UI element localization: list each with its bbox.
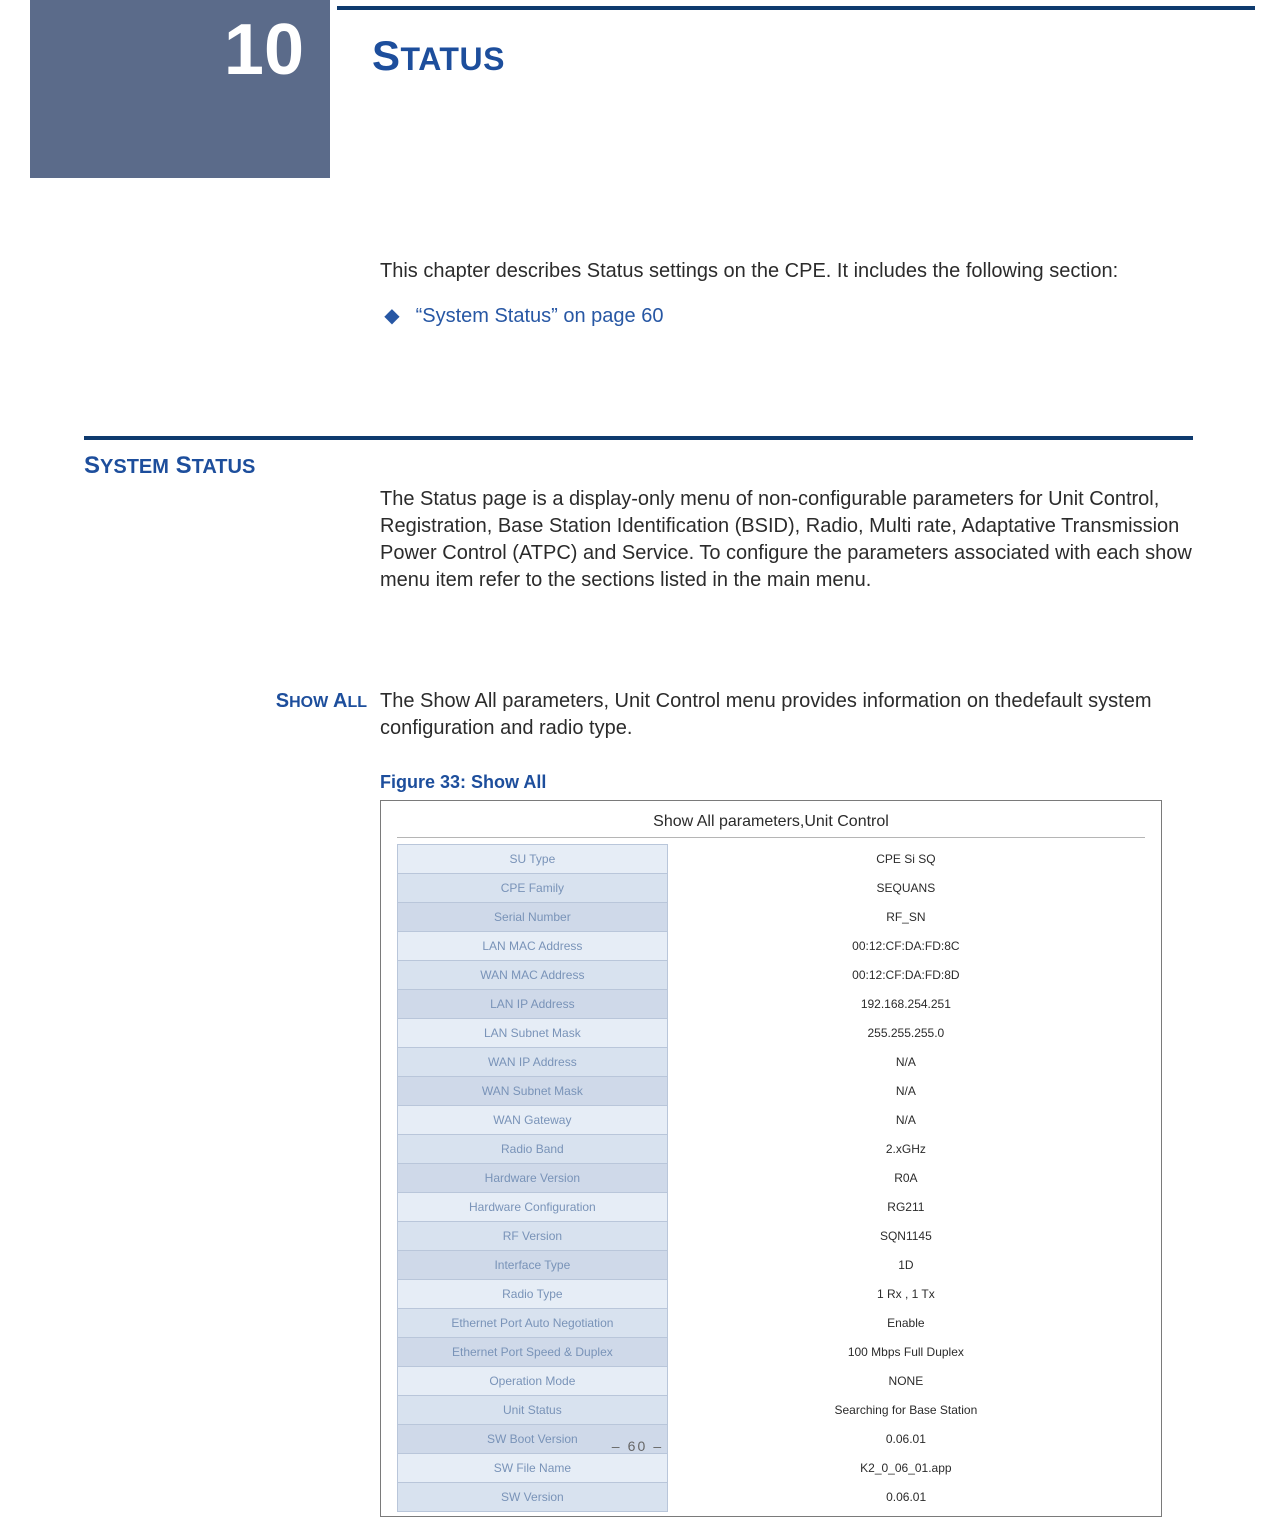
param-label: Radio Type [398,1280,668,1309]
chapter-title-rest: TATUS [401,41,505,77]
sub-cap1: S [276,690,289,712]
param-label: LAN MAC Address [398,932,668,961]
show-all-paragraph: The Show All parameters, Unit Control me… [380,688,1193,742]
sub-cap2: A [333,690,347,712]
param-label: Hardware Version [398,1164,668,1193]
table-row: Hardware VersionR0A [398,1164,1145,1193]
param-value: 2.xGHz [667,1135,1144,1164]
param-label: WAN IP Address [398,1048,668,1077]
param-label: SW Version [398,1483,668,1512]
param-label: Unit Status [398,1396,668,1425]
table-row: Interface Type1D [398,1251,1145,1280]
figure-screenshot-frame: Show All parameters,Unit Control SU Type… [380,800,1162,1517]
intro-paragraph-block: This chapter describes Status settings o… [380,258,1193,330]
param-value: SEQUANS [667,874,1144,903]
param-value: NONE [667,1367,1144,1396]
param-value: RG211 [667,1193,1144,1222]
param-value: RF_SN [667,903,1144,932]
param-label: Hardware Configuration [398,1193,668,1222]
table-row: SU TypeCPE Si SQ [398,845,1145,874]
table-row: Radio Type1 Rx , 1 Tx [398,1280,1145,1309]
param-value: N/A [667,1077,1144,1106]
param-value: 00:12:CF:DA:FD:8C [667,932,1144,961]
param-value: Enable [667,1309,1144,1338]
sub-rest1: HOW [289,694,328,711]
param-value: SQN1145 [667,1222,1144,1251]
section-heading-system-status: SYSTEM STATUS [84,452,255,480]
table-row: SW File NameK2_0_06_01.app [398,1454,1145,1483]
chapter-title-cap: S [372,32,401,79]
param-label: Operation Mode [398,1367,668,1396]
chapter-number: 10 [224,14,304,86]
param-label: Interface Type [398,1251,668,1280]
param-value: R0A [667,1164,1144,1193]
sub-rest2: LL [347,694,367,711]
param-label: SU Type [398,845,668,874]
table-row: RF VersionSQN1145 [398,1222,1145,1251]
param-label: RF Version [398,1222,668,1251]
panel-divider [397,837,1145,838]
param-label: WAN Subnet Mask [398,1077,668,1106]
panel-title: Show All parameters,Unit Control [397,813,1145,831]
param-value: 100 Mbps Full Duplex [667,1338,1144,1367]
table-row: WAN IP AddressN/A [398,1048,1145,1077]
param-label: LAN Subnet Mask [398,1019,668,1048]
table-row: WAN GatewayN/A [398,1106,1145,1135]
param-label: Radio Band [398,1135,668,1164]
header-rule [337,6,1255,10]
table-row: Operation ModeNONE [398,1367,1145,1396]
intro-paragraph: This chapter describes Status settings o… [380,258,1193,285]
param-value: Searching for Base Station [667,1396,1144,1425]
section-cap2: S [176,452,192,479]
section-rule [84,436,1193,440]
table-row: LAN MAC Address00:12:CF:DA:FD:8C [398,932,1145,961]
param-value: CPE Si SQ [667,845,1144,874]
parameters-table: SU TypeCPE Si SQCPE FamilySEQUANSSerial … [397,844,1145,1512]
param-label: WAN Gateway [398,1106,668,1135]
table-row: WAN Subnet MaskN/A [398,1077,1145,1106]
table-row: Serial NumberRF_SN [398,903,1145,932]
table-row: CPE FamilySEQUANS [398,874,1145,903]
section-cap1: S [84,452,100,479]
table-row: SW Version0.06.01 [398,1483,1145,1512]
table-row: Radio Band2.xGHz [398,1135,1145,1164]
table-row: Ethernet Port Speed & Duplex100 Mbps Ful… [398,1338,1145,1367]
chapter-title: STATUS [372,32,505,80]
table-row: Ethernet Port Auto NegotiationEnable [398,1309,1145,1338]
param-label: CPE Family [398,874,668,903]
param-value: N/A [667,1106,1144,1135]
table-row: Unit StatusSearching for Base Station [398,1396,1145,1425]
param-label: Ethernet Port Auto Negotiation [398,1309,668,1338]
param-value: 1D [667,1251,1144,1280]
param-value: K2_0_06_01.app [667,1454,1144,1483]
figure-screenshot-inner: Show All parameters,Unit Control SU Type… [381,801,1161,1516]
section-rest1: YSTEM [100,456,169,478]
figure-caption: Figure 33: Show All [380,772,546,793]
param-value: 00:12:CF:DA:FD:8D [667,961,1144,990]
param-label: WAN MAC Address [398,961,668,990]
param-value: 255.255.255.0 [667,1019,1144,1048]
table-row: WAN MAC Address00:12:CF:DA:FD:8D [398,961,1145,990]
bullet-diamond-icon: ◆ [380,303,404,330]
subheading-show-all: SHOW ALL [276,690,367,713]
param-value: 1 Rx , 1 Tx [667,1280,1144,1309]
intro-bullet: ◆ “System Status” on page 60 [380,303,1193,330]
system-status-paragraph: The Status page is a display-only menu o… [380,486,1193,594]
section-rest2: TATUS [192,456,256,478]
param-label: Serial Number [398,903,668,932]
param-value: N/A [667,1048,1144,1077]
page-footer: – 60 – [0,1438,1275,1454]
param-value: 0.06.01 [667,1483,1144,1512]
table-row: LAN Subnet Mask255.255.255.0 [398,1019,1145,1048]
intro-bullet-link[interactable]: “System Status” on page 60 [416,305,664,327]
table-row: Hardware ConfigurationRG211 [398,1193,1145,1222]
param-label: LAN IP Address [398,990,668,1019]
table-row: LAN IP Address192.168.254.251 [398,990,1145,1019]
param-label: SW File Name [398,1454,668,1483]
chapter-number-block: 10 [30,0,330,178]
param-value: 192.168.254.251 [667,990,1144,1019]
param-label: Ethernet Port Speed & Duplex [398,1338,668,1367]
